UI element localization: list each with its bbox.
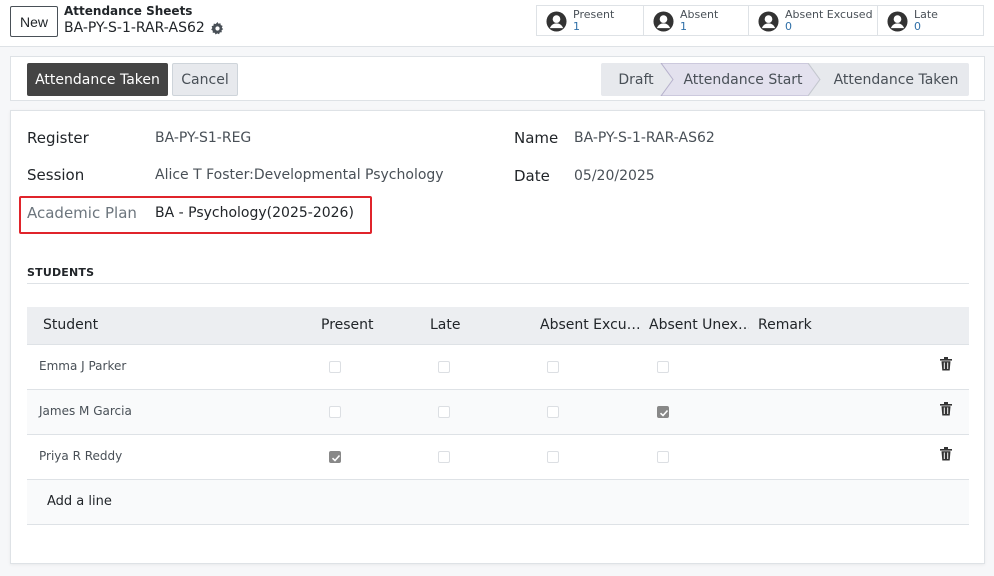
col-remark[interactable]: Remark (758, 317, 812, 333)
stat-late[interactable]: Late 0 (877, 5, 984, 36)
attendance-taken-button[interactable]: Attendance Taken (27, 63, 168, 96)
name-field[interactable]: BA-PY-S-1-RAR-AS62 (574, 130, 715, 146)
absent-excused-checkbox[interactable] (547, 406, 559, 418)
stage-draft[interactable]: Draft (601, 63, 671, 96)
gear-icon[interactable] (210, 21, 224, 35)
academic-plan-field[interactable]: BA - Psychology(2025-2026) (155, 205, 354, 221)
late-checkbox[interactable] (438, 361, 450, 373)
register-field[interactable]: BA-PY-S1-REG (155, 130, 251, 146)
absent-excused-checkbox[interactable] (547, 361, 559, 373)
present-checkbox[interactable] (329, 451, 341, 463)
col-absent-unexcused[interactable]: Absent Unex… (649, 317, 749, 333)
new-button[interactable]: New (10, 6, 58, 37)
absent-excused-checkbox[interactable] (547, 451, 559, 463)
stage-attendance-taken[interactable]: Attendance Taken (823, 63, 969, 96)
top-header: New Attendance Sheets BA-PY-S-1-RAR-AS62… (0, 0, 994, 47)
record-title: BA-PY-S-1-RAR-AS62 (64, 20, 205, 36)
check-icon (659, 409, 669, 417)
register-label: Register (27, 129, 89, 147)
stat-absent-excused[interactable]: Absent Excused 0 (748, 5, 878, 36)
table-row[interactable]: James M Garcia (27, 390, 969, 435)
late-checkbox[interactable] (438, 451, 450, 463)
user-icon (758, 11, 779, 32)
user-icon (653, 11, 674, 32)
col-student[interactable]: Student (43, 317, 98, 333)
stat-label: Absent Excused (785, 8, 873, 21)
student-name[interactable]: Emma J Parker (39, 359, 126, 373)
date-field[interactable]: 05/20/2025 (574, 168, 655, 184)
name-label: Name (514, 129, 559, 147)
section-divider (27, 283, 969, 284)
breadcrumb-current: BA-PY-S-1-RAR-AS62 (64, 20, 224, 36)
student-name[interactable]: Priya R Reddy (39, 449, 122, 463)
add-line-row: Add a line (27, 480, 969, 525)
user-icon (546, 11, 567, 32)
stat-value: 1 (573, 20, 580, 33)
form-sheet: Register BA-PY-S1-REG Session Alice T Fo… (10, 110, 985, 564)
trash-icon[interactable] (940, 447, 952, 461)
breadcrumb-parent[interactable]: Attendance Sheets (64, 4, 192, 18)
absent-unexcused-checkbox[interactable] (657, 361, 669, 373)
session-field[interactable]: Alice T Foster:Developmental Psychology· (155, 167, 445, 183)
absent-unexcused-checkbox[interactable] (657, 451, 669, 463)
late-checkbox[interactable] (438, 406, 450, 418)
present-checkbox[interactable] (329, 406, 341, 418)
students-section-title: STUDENTS (27, 266, 95, 279)
stat-value: 0 (785, 20, 792, 33)
academic-plan-label: Academic Plan (27, 204, 137, 222)
stat-value: 1 (680, 20, 687, 33)
stage-attendance-start[interactable]: Attendance Start (673, 63, 813, 96)
cancel-button[interactable]: Cancel (172, 63, 238, 96)
stat-present[interactable]: Present 1 (536, 5, 644, 36)
session-label: Session (27, 166, 85, 184)
table-row[interactable]: Emma J Parker (27, 345, 969, 390)
add-line-link[interactable]: Add a line (47, 494, 112, 509)
present-checkbox[interactable] (329, 361, 341, 373)
status-bar: Draft Attendance Start Attendance Taken (601, 63, 969, 96)
control-panel: Attendance Taken Cancel Draft Attendance… (10, 56, 985, 101)
col-late[interactable]: Late (430, 317, 460, 333)
student-name[interactable]: James M Garcia (39, 404, 132, 418)
table-row[interactable]: Priya R Reddy (27, 435, 969, 480)
students-table: Student Present Late Absent Excu… Absent… (27, 307, 969, 525)
stat-absent[interactable]: Absent 1 (643, 5, 749, 36)
col-present[interactable]: Present (321, 317, 374, 333)
date-label: Date (514, 167, 550, 185)
stat-value: 0 (914, 20, 921, 33)
attendance-stats: Present 1 Absent 1 Absent Excused 0 Late 0 (536, 5, 984, 36)
col-absent-excused[interactable]: Absent Excu… (540, 317, 640, 333)
user-icon (887, 11, 908, 32)
trash-icon[interactable] (940, 402, 952, 416)
absent-unexcused-checkbox[interactable] (657, 406, 669, 418)
check-icon (331, 454, 341, 462)
table-header: Student Present Late Absent Excu… Absent… (27, 307, 969, 345)
trash-icon[interactable] (940, 357, 952, 371)
